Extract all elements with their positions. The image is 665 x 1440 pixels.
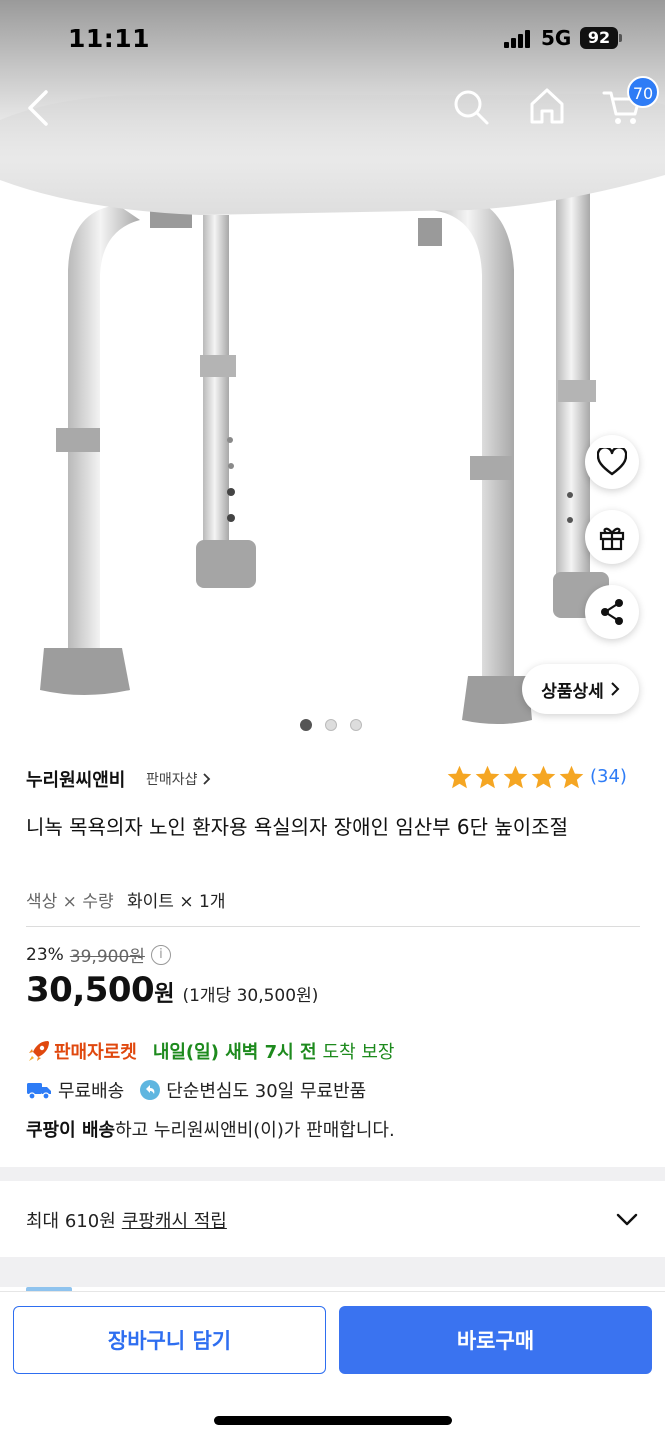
cash-prefix: 최대 610원 — [26, 1211, 116, 1232]
fulfillment-note: 쿠팡이 배송하고 누리원씨앤비(이)가 판매합니다. — [26, 1116, 395, 1142]
gift-button[interactable] — [585, 510, 639, 564]
delivery-eta: 내일(일) 새벽 7시 전 — [152, 1042, 317, 1063]
star-icon — [503, 765, 528, 789]
seller-shop-label: 판매자샵 — [146, 772, 198, 788]
rating-stars[interactable] — [446, 764, 585, 791]
divider — [26, 926, 640, 927]
return-icon — [140, 1080, 161, 1100]
network-label: 5G — [541, 26, 572, 50]
buy-now-button[interactable]: 바로구매 — [339, 1306, 652, 1374]
chevron-right-icon — [611, 682, 620, 696]
star-icon — [447, 765, 472, 789]
option-selector[interactable]: 색상 × 수량 화이트 × 1개 — [26, 887, 225, 912]
pagination-dot[interactable] — [325, 719, 337, 731]
fulfillment-note-bold: 쿠팡이 배송 — [26, 1120, 116, 1141]
free-return-label: 단순변심도 30일 무료반품 — [166, 1081, 367, 1102]
share-button[interactable] — [585, 585, 639, 639]
search-icon[interactable] — [452, 88, 490, 126]
cash-text: 최대 610원 쿠팡캐시 적립 — [26, 1207, 227, 1233]
rocket-icon — [29, 1041, 49, 1061]
battery-nub — [619, 34, 622, 42]
wishlist-button[interactable] — [585, 435, 639, 489]
seller-shop-link[interactable]: 판매자샵 — [146, 769, 211, 789]
shipping-row: 무료배송 단순변심도 30일 무료반품 — [26, 1077, 366, 1103]
home-icon[interactable] — [528, 86, 566, 126]
product-title: 니녹 목욕의자 노인 환자용 욕실의자 장애인 임산부 6단 높이조절 — [26, 815, 568, 839]
unit-price: (1개당 30,500원) — [182, 986, 319, 1006]
cart-count-badge: 70 — [627, 76, 659, 108]
option-label: 색상 × 수량 — [26, 892, 114, 912]
section-divider — [0, 1167, 665, 1181]
gift-icon — [599, 527, 625, 551]
star-icon — [531, 765, 556, 789]
delivery-guarantee: 도착 보장 — [322, 1042, 395, 1063]
gallery-pagination[interactable] — [300, 719, 362, 731]
battery-icon: 92 — [580, 27, 618, 49]
cash-link[interactable]: 쿠팡캐시 적립 — [122, 1211, 227, 1232]
seller-name[interactable]: 누리원씨앤비 — [26, 766, 125, 792]
sale-price: 30,500 — [26, 970, 155, 1010]
coupang-cash-row[interactable]: 최대 610원 쿠팡캐시 적립 — [0, 1181, 665, 1257]
seller-row: 누리원씨앤비 판매자샵 (34) — [26, 764, 640, 794]
pagination-dot[interactable] — [350, 719, 362, 731]
star-icon — [475, 765, 500, 789]
option-value: 화이트 × 1개 — [127, 892, 226, 912]
home-indicator[interactable] — [214, 1416, 452, 1425]
product-detail-label: 상품상세 — [541, 681, 604, 702]
delivery-eta-row: 판매자로켓 내일(일) 새벽 7시 전 도착 보장 — [26, 1038, 394, 1064]
discount-rate: 23% — [26, 944, 64, 965]
signal-icon — [504, 30, 534, 48]
review-count-link[interactable]: (34) — [590, 766, 627, 787]
status-time: 11:11 — [68, 24, 151, 53]
heart-icon — [597, 448, 627, 476]
status-bar: 11:11 5G 92 — [0, 0, 665, 78]
chevron-right-icon — [203, 773, 211, 785]
free-shipping-label: 무료배송 — [58, 1081, 125, 1102]
original-price: 39,900원 — [69, 947, 145, 967]
share-icon — [601, 599, 623, 625]
pagination-dot-active[interactable] — [300, 719, 312, 731]
currency-unit: 원 — [154, 982, 175, 1007]
chevron-down-icon[interactable] — [614, 1209, 640, 1229]
discount-row: 23% 39,900원 i — [26, 942, 171, 967]
section-divider — [0, 1257, 665, 1287]
truck-icon — [27, 1083, 51, 1100]
star-icon — [559, 765, 584, 789]
product-detail-button[interactable]: 상품상세 — [522, 664, 639, 714]
back-arrow-icon[interactable] — [22, 86, 62, 130]
price-row: 30,500 원 (1개당 30,500원) — [26, 970, 318, 1010]
add-to-cart-button[interactable]: 장바구니 담기 — [13, 1306, 326, 1374]
fulfillment-note-rest: 하고 누리원씨앤비(이)가 판매합니다. — [115, 1120, 395, 1141]
info-icon[interactable]: i — [150, 944, 171, 965]
rocket-seller-label: 판매자로켓 — [54, 1042, 137, 1063]
